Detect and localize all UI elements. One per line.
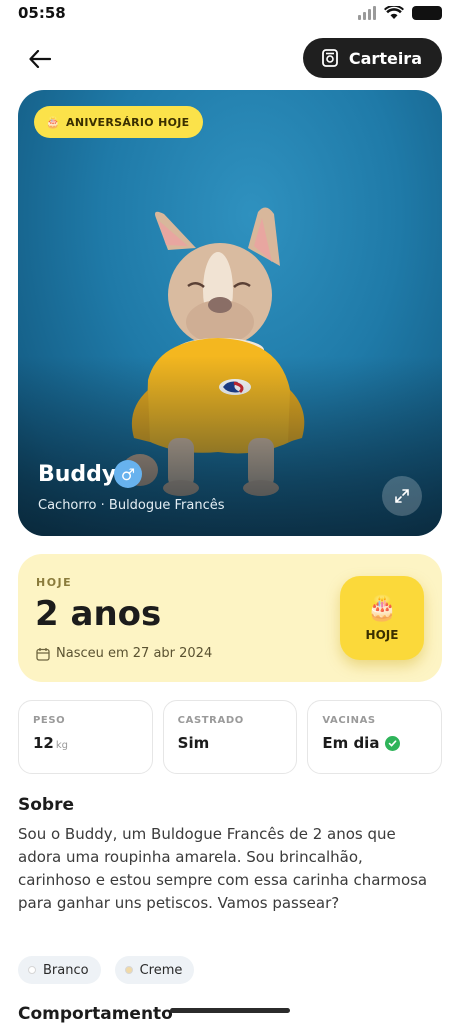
status-bar: 05:58	[0, 0, 460, 28]
behavior-title: Comportamento	[18, 1004, 173, 1024]
pet-photo-card[interactable]: 🎂 ANIVERSÁRIO HOJE Buddy ♂ Cachorro · Bu…	[18, 90, 442, 536]
birthday-tag-label: ANIVERSÁRIO HOJE	[66, 115, 190, 129]
stat-vaccines-label: VACINAS	[322, 715, 376, 726]
back-button[interactable]	[22, 42, 58, 76]
age-value: 2 anos	[35, 594, 162, 634]
wifi-icon	[384, 6, 404, 19]
stat-weight-value-row: 12 kg	[33, 734, 138, 752]
pet-name: Buddy	[38, 462, 117, 487]
stat-weight: PESO 12 kg	[18, 700, 153, 774]
status-icons	[358, 6, 442, 20]
cream-swatch	[124, 966, 133, 974]
battery-icon	[412, 6, 442, 20]
arrow-left-icon	[29, 50, 51, 68]
stat-vaccines-value: Em dia	[322, 734, 380, 752]
stat-weight-unit: kg	[55, 739, 69, 751]
color-chip-white-label: Branco	[43, 962, 89, 978]
birthday-cake-icon: 🎂	[367, 594, 397, 622]
expand-icon	[395, 489, 409, 503]
age-label: HOJE	[36, 576, 73, 589]
stat-neutered-label: CASTRADO	[177, 715, 244, 726]
stat-neutered: CASTRADO Sim	[162, 700, 298, 774]
color-chip-cream: Creme	[114, 956, 195, 984]
about-title: Sobre	[18, 795, 75, 815]
birth-date: Nasceu em 27 abr 2024	[36, 646, 212, 661]
color-chip-white: Branco	[18, 956, 101, 984]
signal-icon	[358, 6, 376, 20]
today-button-label: HOJE	[365, 628, 399, 642]
pet-species-breed: Cachorro · Buldogue Francês	[38, 498, 225, 513]
white-swatch	[28, 966, 36, 974]
status-time: 05:58	[18, 4, 66, 22]
age-card: HOJE 2 anos Nasceu em 27 abr 2024 🎂 HOJE	[18, 554, 442, 682]
check-circle-icon	[385, 735, 401, 751]
birth-date-text: Nasceu em 27 abr 2024	[56, 646, 213, 661]
today-button[interactable]: 🎂 HOJE	[340, 576, 424, 660]
wallet-button[interactable]: Carteira	[302, 38, 442, 78]
stat-vaccines: VACINAS Em dia	[307, 700, 443, 774]
cake-icon: 🎂	[46, 115, 60, 129]
about-text: Sou o Buddy, um Buldogue Francês de 2 an…	[18, 825, 428, 912]
stat-neutered-value: Sim	[177, 734, 210, 752]
expand-photo-button[interactable]	[382, 476, 422, 516]
pet-stats: PESO 12 kg CASTRADO Sim VACINAS Em dia	[18, 700, 443, 774]
stat-vaccines-value-row: Em dia	[322, 734, 427, 752]
male-gender-icon: ♂	[114, 460, 142, 488]
stat-weight-value: 12	[33, 734, 54, 752]
stat-weight-label: PESO	[33, 715, 66, 726]
calendar-icon	[36, 647, 50, 661]
birthday-tag: 🎂 ANIVERSÁRIO HOJE	[34, 106, 204, 138]
wallet-label: Carteira	[348, 48, 422, 68]
color-chip-cream-label: Creme	[139, 962, 183, 978]
color-chips: Branco Creme	[18, 956, 195, 984]
home-indicator[interactable]	[170, 1008, 290, 1013]
wallet-icon	[321, 49, 338, 67]
